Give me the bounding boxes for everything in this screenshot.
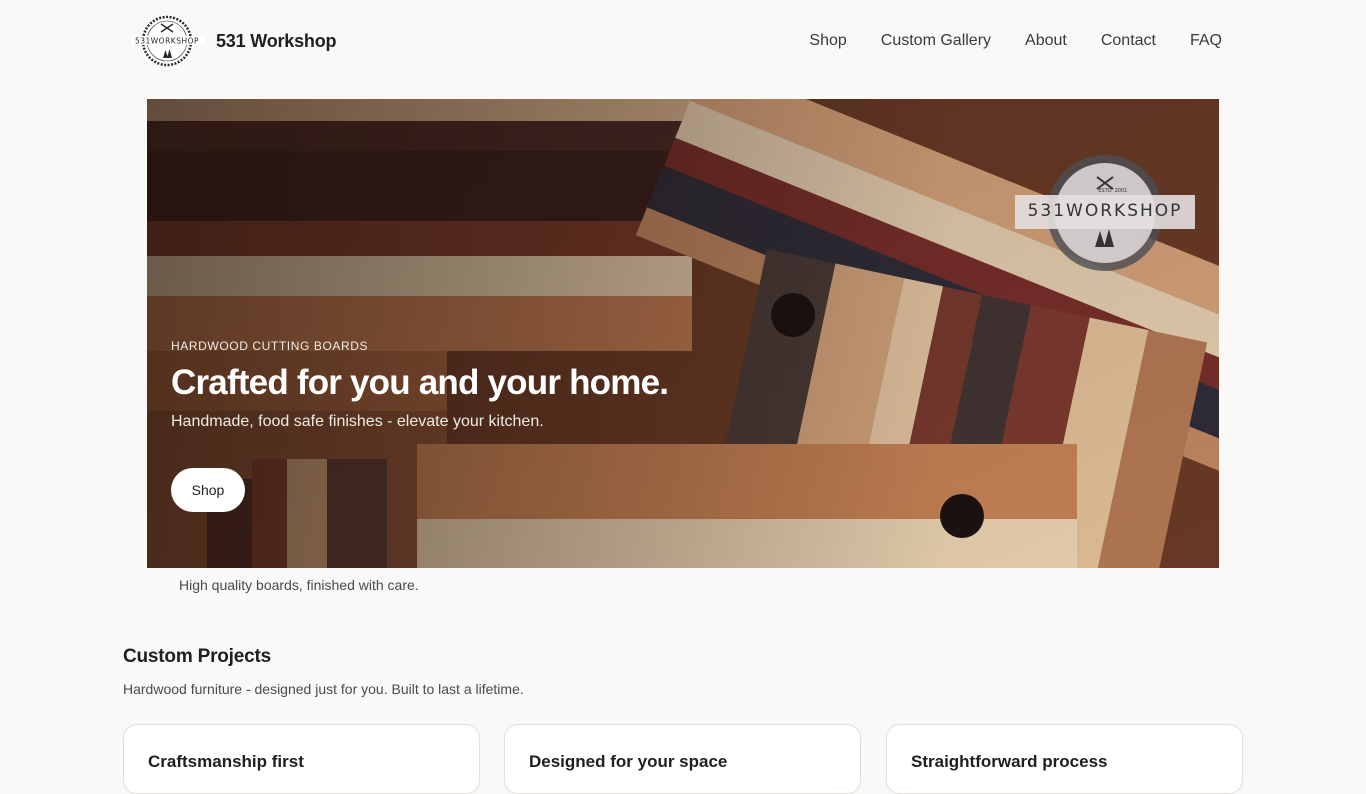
- nav-contact[interactable]: Contact: [1101, 30, 1156, 52]
- workshop-seal-icon: 531WORKSHOP ESTD 2001: [1015, 155, 1195, 271]
- svg-text:2001: 2001: [1115, 188, 1128, 194]
- hero-caption: High quality boards, finished with care.: [179, 577, 419, 593]
- main-nav: Shop Custom Gallery About Contact FAQ: [775, 30, 1222, 52]
- feature-card-title: Craftsmanship first: [148, 752, 304, 771]
- feature-card: Designed for your space: [504, 724, 861, 794]
- svg-text:531WORKSHOP: 531WORKSHOP: [135, 37, 199, 46]
- svg-text:ESTD: ESTD: [1098, 188, 1111, 194]
- nav-faq[interactable]: FAQ: [1190, 30, 1222, 52]
- hero-subtitle: Handmade, food safe finishes - elevate y…: [171, 413, 544, 430]
- svg-text:531WORKSHOP: 531WORKSHOP: [1028, 201, 1183, 221]
- brand-link[interactable]: 531WORKSHOP 531 Workshop: [131, 14, 337, 68]
- nav-shop[interactable]: Shop: [809, 30, 846, 52]
- hero-banner: 531WORKSHOP ESTD 2001 HARDWOOD CUTTING B…: [147, 99, 1219, 568]
- hero-content: HARDWOOD CUTTING BOARDS Crafted for you …: [171, 339, 871, 431]
- hero-eyebrow: HARDWOOD CUTTING BOARDS: [171, 339, 369, 353]
- nav-about[interactable]: About: [1025, 30, 1067, 52]
- custom-projects-subtitle: Hardwood furniture - designed just for y…: [123, 681, 524, 697]
- feature-card-title: Designed for your space: [529, 752, 728, 771]
- brand-name: 531 Workshop: [216, 30, 337, 51]
- custom-projects-title: Custom Projects: [123, 646, 271, 667]
- workshop-logo-icon: 531WORKSHOP: [131, 14, 203, 68]
- nav-custom-gallery[interactable]: Custom Gallery: [881, 30, 991, 52]
- site-header: 531WORKSHOP 531 Workshop Shop Custom Gal…: [0, 0, 1366, 82]
- hero-title: Crafted for you and your home.: [171, 363, 669, 402]
- feature-card: Straightforward process: [886, 724, 1243, 794]
- feature-card: Craftsmanship first: [123, 724, 480, 794]
- feature-card-title: Straightforward process: [911, 752, 1108, 771]
- hero-shop-button[interactable]: Shop: [171, 468, 245, 512]
